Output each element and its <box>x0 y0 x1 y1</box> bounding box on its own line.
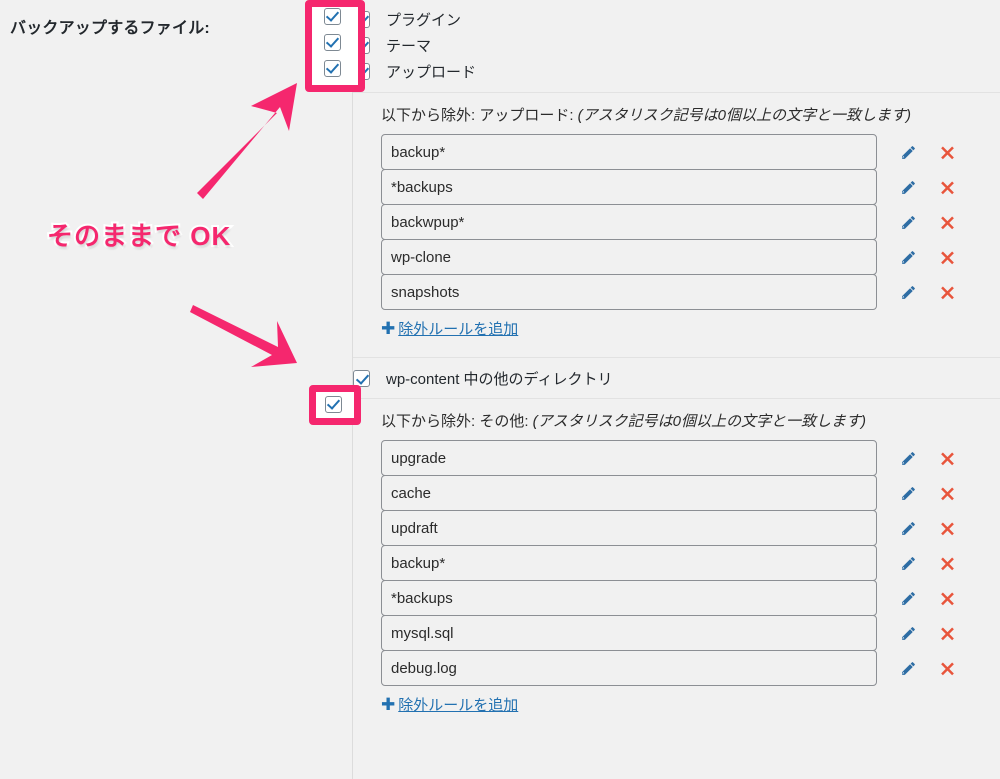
highlight-checkbox-themes[interactable] <box>324 34 341 51</box>
others-exclude-heading-normal: 以下から除外: その他: <box>381 413 533 430</box>
uploads-exclude-heading-normal: 以下から除外: アップロード: <box>381 107 578 124</box>
x-icon[interactable] <box>936 447 958 469</box>
uploads-exclude-heading: 以下から除外: アップロード: (アスタリスク記号は0個以上の文字と一致します) <box>381 104 1000 125</box>
plus-icon: ✚ <box>381 694 396 714</box>
checkbox-label-themes: テーマ <box>386 37 432 55</box>
x-icon[interactable] <box>936 141 958 163</box>
checkbox-themes-overlay[interactable] <box>324 34 341 51</box>
uploads-rule-input-3[interactable] <box>381 204 877 240</box>
others-rule-input-5[interactable] <box>381 580 877 616</box>
uploads-rule-input-5[interactable] <box>381 274 877 310</box>
highlight-checkbox-wpcontent[interactable] <box>325 396 342 413</box>
rule-row <box>381 650 1000 686</box>
others-rule-input-7[interactable] <box>381 650 877 686</box>
checkbox-plugins[interactable] <box>353 10 370 28</box>
pencil-icon[interactable] <box>897 552 919 574</box>
pencil-icon[interactable] <box>897 587 919 609</box>
x-icon[interactable] <box>936 657 958 679</box>
pencil-icon[interactable] <box>897 517 919 539</box>
checkbox-label-wpcontent-others: wp-content 中の他のディレクトリ <box>386 370 613 388</box>
others-rule-input-1[interactable] <box>381 440 877 476</box>
arrow-up-right-icon <box>197 83 297 199</box>
checkbox-plugins-overlay[interactable] <box>324 8 341 25</box>
checkbox-uploads-overlay[interactable] <box>324 60 341 77</box>
checkbox-uploads[interactable] <box>353 62 370 80</box>
others-rule-list <box>381 440 1000 686</box>
pencil-icon[interactable] <box>897 657 919 679</box>
uploads-exclude-heading-italic: (アスタリスク記号は0個以上の文字と一致します) <box>577 107 912 124</box>
uploads-exclude-panel: 以下から除外: アップロード: (アスタリスク記号は0個以上の文字と一致します) <box>353 93 1000 339</box>
uploads-rule-input-2[interactable] <box>381 169 877 205</box>
checkbox-wpcontent-overlay[interactable] <box>325 396 342 413</box>
uploads-rule-list <box>381 134 1000 310</box>
uploads-rule-input-1[interactable] <box>381 134 877 170</box>
uploads-rule-input-4[interactable] <box>381 239 877 275</box>
highlight-checkbox-plugins[interactable] <box>324 8 341 25</box>
rule-row <box>381 239 1000 275</box>
others-rule-input-3[interactable] <box>381 510 877 546</box>
rule-row <box>381 615 1000 651</box>
rule-row <box>381 545 1000 581</box>
checkbox-label-uploads: アップロード <box>386 63 477 81</box>
rule-row <box>381 134 1000 170</box>
pencil-icon[interactable] <box>897 246 919 268</box>
x-icon[interactable] <box>936 281 958 303</box>
checkbox-row-themes[interactable]: テーマ <box>353 32 1000 58</box>
x-icon[interactable] <box>936 246 958 268</box>
pencil-icon[interactable] <box>897 176 919 198</box>
x-icon[interactable] <box>936 587 958 609</box>
others-exclude-panel: 以下から除外: その他: (アスタリスク記号は0個以上の文字と一致します) up… <box>353 399 1000 715</box>
arrow-down-right-icon <box>190 305 297 367</box>
rule-row <box>381 440 1000 476</box>
add-exclusion-rule-others[interactable]: ✚ 除外ルールを追加 <box>381 694 518 715</box>
x-icon[interactable] <box>936 176 958 198</box>
plus-icon: ✚ <box>381 318 396 338</box>
highlight-checkbox-uploads[interactable] <box>324 60 341 77</box>
x-icon[interactable] <box>936 482 958 504</box>
x-icon[interactable] <box>936 211 958 233</box>
pencil-icon[interactable] <box>897 281 919 303</box>
pencil-icon[interactable] <box>897 622 919 644</box>
others-exclude-heading: 以下から除外: その他: (アスタリスク記号は0個以上の文字と一致します) <box>381 410 1000 431</box>
rule-row <box>381 510 1000 546</box>
checkbox-row-wpcontent-others[interactable]: wp-content 中の他のディレクトリ <box>353 358 1000 398</box>
backup-targets-group: プラグイン テーマ アップロード <box>353 0 1000 84</box>
others-rule-input-6[interactable] <box>381 615 877 651</box>
add-exclusion-rule-uploads-label: 除外ルールを追加 <box>398 321 519 338</box>
others-rule-input-2[interactable] <box>381 475 877 511</box>
rule-row <box>381 580 1000 616</box>
pencil-icon[interactable] <box>897 211 919 233</box>
others-rule-input-4[interactable] <box>381 545 877 581</box>
page-title: バックアップするファイル: <box>10 20 210 37</box>
pencil-icon[interactable] <box>897 141 919 163</box>
rule-row <box>381 169 1000 205</box>
checkbox-wpcontent-others[interactable] <box>353 369 370 387</box>
x-icon[interactable] <box>936 622 958 644</box>
rule-row <box>381 204 1000 240</box>
checkbox-themes[interactable] <box>353 36 370 54</box>
checkbox-label-plugins: プラグイン <box>386 11 462 29</box>
checkbox-row-plugins[interactable]: プラグイン <box>353 6 1000 32</box>
annotation-ok-text: そのままで OK <box>45 219 232 253</box>
settings-column: プラグイン テーマ アップロード 以下から除外: アップロード: (アスタリスク… <box>352 0 1000 779</box>
x-icon[interactable] <box>936 517 958 539</box>
rule-row <box>381 274 1000 310</box>
x-icon[interactable] <box>936 552 958 574</box>
checkbox-row-uploads[interactable]: アップロード <box>353 58 1000 84</box>
others-exclude-heading-italic: (アスタリスク記号は0個以上の文字と一致します) <box>532 413 867 430</box>
rule-row <box>381 475 1000 511</box>
screenshot-root: バックアップするファイル: プラグイン テーマ アップロード 以下から除外: ア… <box>0 0 1000 779</box>
pencil-icon[interactable] <box>897 447 919 469</box>
add-exclusion-rule-uploads[interactable]: ✚ 除外ルールを追加 <box>381 318 518 339</box>
pencil-icon[interactable] <box>897 482 919 504</box>
add-exclusion-rule-others-label: 除外ルールを追加 <box>398 697 519 714</box>
